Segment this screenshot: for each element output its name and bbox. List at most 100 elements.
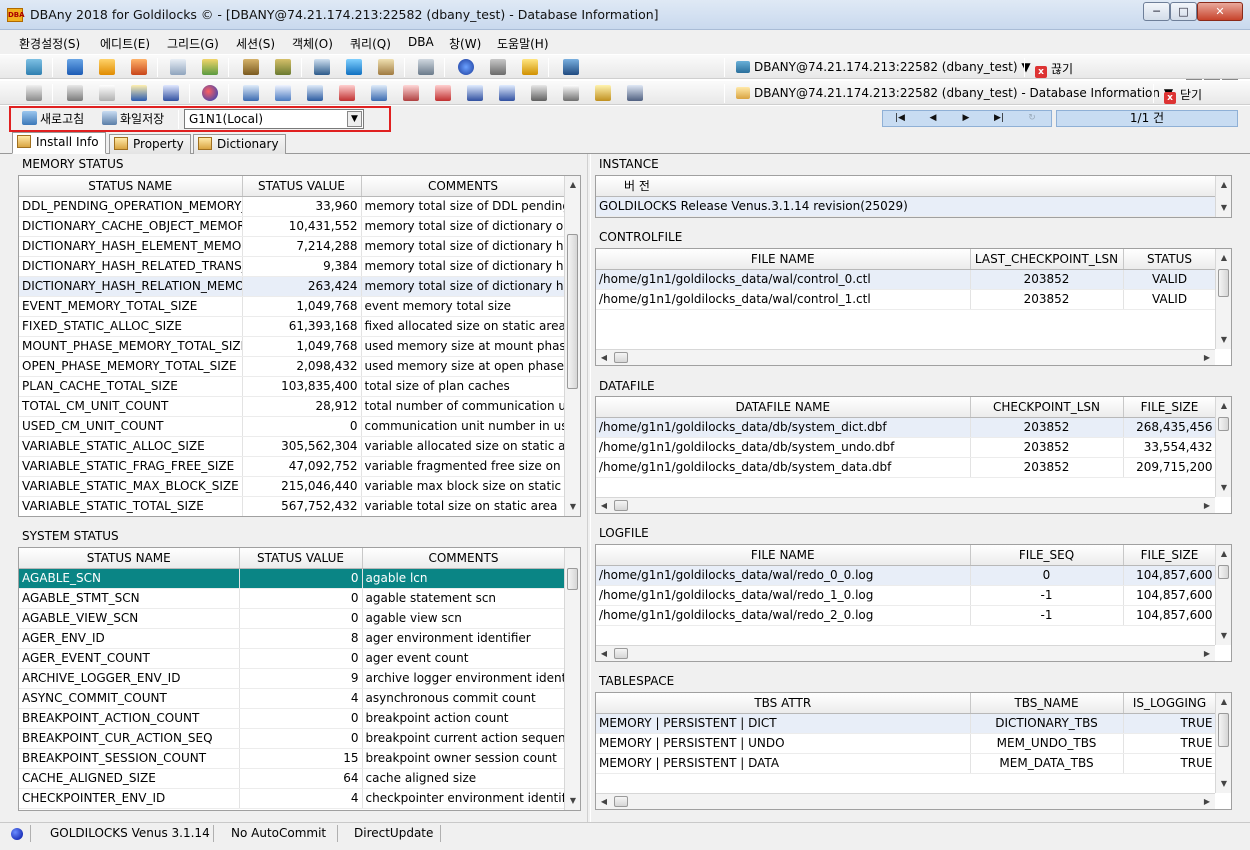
scroll-down-icon[interactable]: ▼ xyxy=(565,794,580,808)
table-cell[interactable]: 203852 xyxy=(970,269,1124,290)
table-cell[interactable]: ager environment identifier xyxy=(362,628,566,649)
table-cell[interactable]: 1,049,768 xyxy=(242,296,362,317)
table-cell[interactable]: 203852 xyxy=(970,417,1124,438)
table-row[interactable]: DICTIONARY_HASH_RELATED_TRANS_MEMORY_TOT… xyxy=(19,256,566,277)
table-cell[interactable]: AGABLE_SCN xyxy=(19,568,240,589)
column-header[interactable]: DATAFILE NAME xyxy=(596,397,971,418)
table-cell[interactable]: DICTIONARY_HASH_ELEMENT_MEMORY_TOTAL_SIZ… xyxy=(19,236,243,257)
column-header[interactable]: STATUS NAME xyxy=(19,548,240,569)
status-autocommit[interactable]: No AutoCommit xyxy=(231,826,326,840)
status-update-mode[interactable]: DirectUpdate xyxy=(354,826,433,840)
table-cell[interactable]: 33,554,432 xyxy=(1123,437,1217,458)
table-cell[interactable]: 567,752,432 xyxy=(242,496,362,516)
report-icon[interactable] xyxy=(378,59,394,75)
text-icon[interactable] xyxy=(163,85,179,101)
table-cell[interactable]: 215,046,440 xyxy=(242,476,362,497)
table-cell[interactable]: /home/g1n1/goldilocks_data/wal/redo_2_0.… xyxy=(596,605,971,626)
table-cell[interactable]: 1,049,768 xyxy=(242,336,362,357)
grid-icon[interactable] xyxy=(202,59,218,75)
table-row[interactable]: AGABLE_SCN 0 agable lcn xyxy=(19,568,566,589)
table-cell[interactable]: VALID xyxy=(1123,289,1217,310)
scroll-thumb[interactable] xyxy=(614,352,628,363)
table-cell[interactable]: ager event count xyxy=(362,648,566,669)
close-button[interactable]: ✕ xyxy=(1197,2,1243,21)
table-cell[interactable]: /home/g1n1/goldilocks_data/db/system_dat… xyxy=(596,457,971,478)
table-row[interactable]: MOUNT_PHASE_MEMORY_TOTAL_SIZE 1,049,768 us… xyxy=(19,336,566,357)
scroll-right-icon[interactable]: ▶ xyxy=(1199,498,1215,513)
vertical-scrollbar[interactable]: ▲ ▼ xyxy=(564,176,580,516)
scroll-left-icon[interactable]: ◀ xyxy=(596,498,612,513)
table-row[interactable]: /home/g1n1/goldilocks_data/wal/control_0… xyxy=(596,269,1217,290)
table-cell[interactable]: 0 xyxy=(239,568,363,589)
table-row[interactable]: OPEN_PHASE_MEMORY_TOTAL_SIZE 2,098,432 use… xyxy=(19,356,566,377)
column-header[interactable]: TBS ATTR xyxy=(596,693,971,714)
column-header[interactable]: FILE_SIZE xyxy=(1123,397,1217,418)
vertical-scrollbar[interactable]: ▲ ▼ xyxy=(1215,545,1231,645)
column-header[interactable]: STATUS xyxy=(1123,249,1217,270)
table-cell[interactable]: agable statement scn xyxy=(362,588,566,609)
scroll-up-icon[interactable]: ▲ xyxy=(1216,695,1231,709)
scroll-up-icon[interactable]: ▲ xyxy=(565,178,580,192)
table-row[interactable]: TOTAL_CM_UNIT_COUNT 28,912 total number of… xyxy=(19,396,566,417)
table-cell[interactable]: 28,912 xyxy=(242,396,362,417)
table-cell[interactable]: /home/g1n1/goldilocks_data/db/system_und… xyxy=(596,437,971,458)
table-cell[interactable]: /home/g1n1/goldilocks_data/wal/control_0… xyxy=(596,269,971,290)
column-header[interactable]: STATUS VALUE xyxy=(242,176,362,197)
font-icon[interactable] xyxy=(131,85,147,101)
menu-help[interactable]: 도움말(H) xyxy=(497,35,549,52)
reload-icon[interactable]: ↻ xyxy=(1017,111,1047,126)
table-cell[interactable]: agable lcn xyxy=(362,568,566,589)
maximize-button[interactable]: □ xyxy=(1170,2,1197,21)
table-row[interactable]: ARCHIVE_LOGGER_ENV_ID 9 archive logger env… xyxy=(19,668,566,689)
table-cell[interactable]: 4 xyxy=(239,788,363,809)
table-row[interactable]: MEMORY | PERSISTENT | UNDO MEM_UNDO_TBS TR… xyxy=(596,733,1217,754)
table-cell[interactable]: /home/g1n1/goldilocks_data/db/system_dic… xyxy=(596,417,971,438)
vertical-splitter[interactable] xyxy=(587,154,591,822)
table-cell[interactable]: AGER_ENV_ID xyxy=(19,628,240,649)
horizontal-scrollbar[interactable]: ◀ ▶ xyxy=(596,645,1215,661)
table-row[interactable]: USED_CM_UNIT_COUNT 0 communication unit nu… xyxy=(19,416,566,437)
table-cell[interactable]: EVENT_MEMORY_TOTAL_SIZE xyxy=(19,296,243,317)
scroll-thumb[interactable] xyxy=(1218,713,1229,747)
logfile-grid[interactable]: FILE NAME FILE_SEQ FILE_SIZE /home/g1n1/… xyxy=(595,544,1232,662)
table-cell[interactable]: MEM_UNDO_TBS xyxy=(970,733,1124,754)
table-cell[interactable]: 203852 xyxy=(970,437,1124,458)
export-icon[interactable] xyxy=(435,85,451,101)
first-record-button[interactable]: |◀ xyxy=(885,111,915,126)
table-cell[interactable]: 268,435,456 xyxy=(1123,417,1217,438)
table-cell[interactable]: 0 xyxy=(242,416,362,437)
table-cell[interactable]: communication unit number in use xyxy=(361,416,566,437)
tablespace-grid[interactable]: TBS ATTR TBS_NAME IS_LOGGING MEMORY | PE… xyxy=(595,692,1232,810)
next-record-button[interactable]: ▶ xyxy=(951,111,981,126)
column-header[interactable]: 버 전 xyxy=(596,176,1216,197)
help-icon[interactable] xyxy=(458,59,474,75)
scroll-thumb[interactable] xyxy=(1218,565,1229,579)
column-header[interactable]: FILE NAME xyxy=(596,249,971,270)
settings-icon[interactable] xyxy=(275,59,291,75)
table-cell[interactable]: AGER_EVENT_COUNT xyxy=(19,648,240,669)
table-row[interactable]: /home/g1n1/goldilocks_data/db/system_dic… xyxy=(596,417,1217,438)
table-cell[interactable]: ASYNC_COMMIT_COUNT xyxy=(19,688,240,709)
table-edit-icon[interactable] xyxy=(307,85,323,101)
table-cell[interactable]: DICTIONARY_HASH_RELATED_TRANS_MEMORY_TOT… xyxy=(19,256,243,277)
table-cell[interactable]: memory total size of dictionary hash rel… xyxy=(361,256,566,277)
table-cell[interactable]: MOUNT_PHASE_MEMORY_TOTAL_SIZE xyxy=(19,336,243,357)
table-cell[interactable]: TRUE xyxy=(1123,753,1217,774)
table-cell[interactable]: DICTIONARY_CACHE_OBJECT_MEMORY_TOTAL_SIZ… xyxy=(19,216,243,237)
table-cell[interactable]: 203852 xyxy=(970,457,1124,478)
table-row[interactable]: VARIABLE_STATIC_TOTAL_SIZE 567,752,432 var… xyxy=(19,496,566,516)
column-header[interactable]: TBS_NAME xyxy=(970,693,1124,714)
brush-icon[interactable] xyxy=(26,85,42,101)
binoculars-icon[interactable] xyxy=(418,59,434,75)
table-cell[interactable]: 33,960 xyxy=(242,196,362,217)
table-cell[interactable]: event memory total size xyxy=(361,296,566,317)
table-row[interactable]: VARIABLE_STATIC_FRAG_FREE_SIZE 47,092,752… xyxy=(19,456,566,477)
scroll-left-icon[interactable]: ◀ xyxy=(596,646,612,661)
table-cell[interactable]: 0 xyxy=(239,588,363,609)
table-cell[interactable]: 10,431,552 xyxy=(242,216,362,237)
table-cell[interactable]: variable allocated size on static area xyxy=(361,436,566,457)
chart-icon[interactable] xyxy=(314,59,330,75)
table-cell[interactable]: 47,092,752 xyxy=(242,456,362,477)
table-cell[interactable]: 0 xyxy=(239,728,363,749)
scroll-left-icon[interactable]: ◀ xyxy=(596,350,612,365)
